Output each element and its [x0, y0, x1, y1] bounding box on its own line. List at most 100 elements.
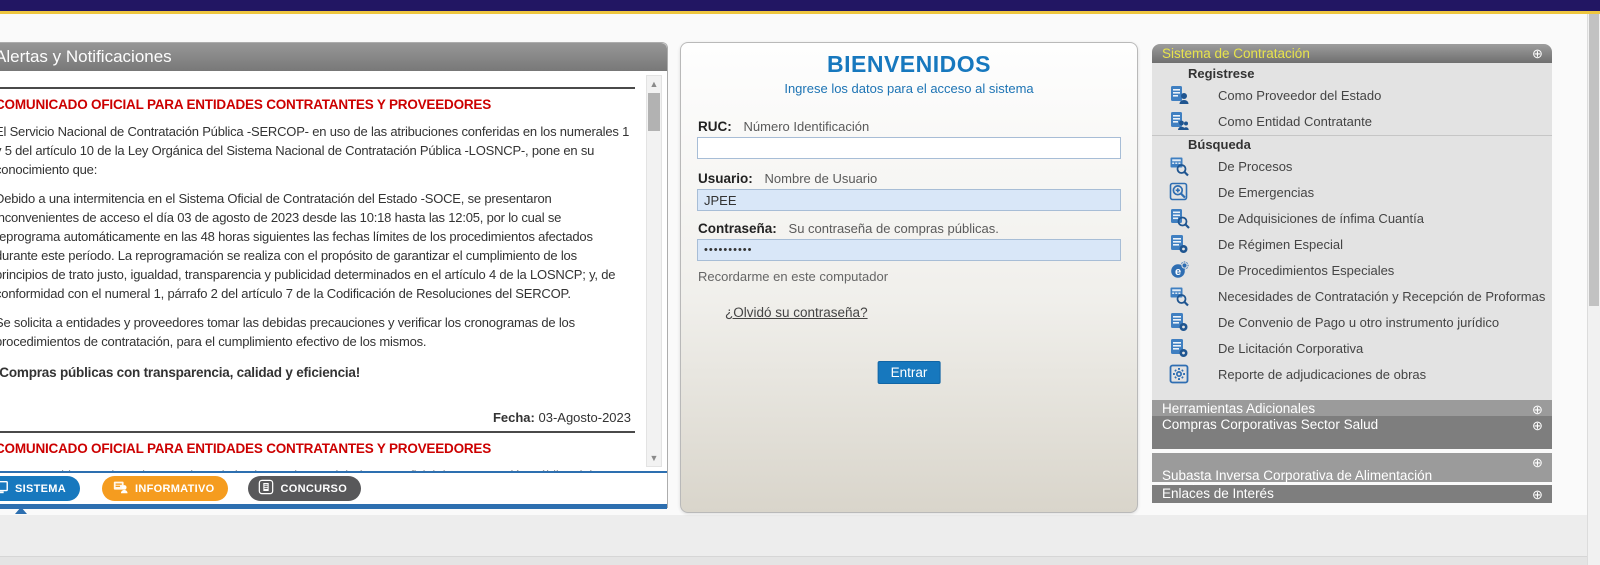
doc-badge-icon	[1168, 233, 1190, 255]
date-label: Fecha:	[493, 410, 535, 425]
menu-item-regimen-especial[interactable]: De Régimen Especial	[1152, 231, 1552, 257]
announcement-heading: COMUNICADO OFICIAL PARA ENTIDADES CONTRA…	[0, 441, 625, 456]
login-title: BIENVENIDOS	[681, 51, 1137, 78]
divider	[0, 431, 635, 433]
page-scrollbar-thumb[interactable]	[1589, 14, 1599, 306]
panel-title: Compras Corporativas Sector Salud	[1162, 417, 1378, 432]
scrollbar-thumb[interactable]	[648, 93, 660, 131]
doc-magnifier-icon	[1168, 207, 1190, 229]
expand-plus-icon[interactable]: ⊕	[1531, 419, 1544, 432]
tab-sistema[interactable]: SISTEMA	[0, 476, 80, 501]
username-input[interactable]	[697, 189, 1121, 211]
announcement-date: Fecha: 03-Agosto-2023	[0, 410, 631, 425]
doc-people-icon	[1168, 110, 1190, 132]
panel-herramientas-adicionales[interactable]: Herramientas Adicionales ⊕	[1152, 400, 1552, 416]
scroll-up-icon[interactable]: ▲	[647, 77, 661, 91]
panel-title: Enlaces de Interés	[1162, 486, 1274, 501]
tab-concurso[interactable]: CONCURSO	[248, 476, 361, 501]
forgot-password-link[interactable]: ¿Olvidó su contraseña?	[725, 305, 868, 320]
date-value: 03-Agosto-2023	[538, 410, 631, 425]
announcement-highlight: ¡Compras públicas con transparencia, cal…	[0, 365, 625, 380]
divider	[0, 87, 635, 89]
contratacion-menu-panel: Sistema de Contratación ⊕ Registrese Com…	[1152, 44, 1552, 503]
menu-item-label: Necesidades de Contratación y Recepción …	[1218, 289, 1545, 304]
monitor-icon	[0, 479, 9, 498]
menu-item-convenio-pago[interactable]: De Convenio de Pago u otro instrumento j…	[1152, 309, 1552, 335]
active-tab-pointer-icon	[15, 507, 27, 514]
ruc-hint: Número Identificación	[744, 119, 870, 134]
magnifier-plus-icon	[1168, 181, 1190, 203]
tab-label: SISTEMA	[15, 483, 66, 495]
e-gear-icon: e	[1168, 259, 1190, 281]
menu-item-label: De Emergencias	[1218, 185, 1314, 200]
alerts-content: COMUNICADO OFICIAL PARA ENTIDADES CONTRA…	[0, 71, 667, 471]
svg-text:e: e	[1175, 266, 1181, 278]
login-subtitle: Ingrese los datos para el acceso al sist…	[681, 81, 1137, 96]
tab-informativo[interactable]: INFORMATIVO	[102, 476, 228, 501]
menu-item-infima-cuantia[interactable]: De Adquisiciones de ínfima Cuantía	[1152, 205, 1552, 231]
menu-item-procedimientos-especiales[interactable]: e De Procedimientos Especiales	[1152, 257, 1552, 283]
doc-badge-icon	[1168, 337, 1190, 359]
menu-item-label: Reporte de adjudicaciones de obras	[1218, 367, 1426, 382]
login-button[interactable]: Entrar	[878, 361, 941, 384]
menu-item-label: De Régimen Especial	[1218, 237, 1343, 252]
ruc-input[interactable]	[697, 137, 1121, 159]
ruc-label: RUC:	[698, 119, 732, 134]
menu-item-label: De Procesos	[1218, 159, 1292, 174]
page-bottom-strip	[0, 556, 1600, 565]
menu-item-entidad[interactable]: Como Entidad Contratante	[1152, 108, 1552, 134]
presenter-icon	[112, 479, 129, 498]
scroll-down-icon[interactable]: ▼	[647, 451, 661, 465]
password-label: Contraseña:	[698, 221, 777, 236]
gear-box-icon	[1168, 363, 1190, 385]
alerts-tabs-row: SISTEMA INFORMATIVO CONCURSO	[0, 471, 667, 504]
top-navy-bar	[0, 0, 1600, 11]
menu-item-label: Como Proveedor del Estado	[1218, 88, 1381, 103]
document-icon	[258, 479, 274, 498]
password-hint: Su contraseña de compras públicas.	[789, 221, 999, 236]
contratacion-menu-body: Registrese Como Proveedor del Estado Com…	[1152, 63, 1552, 400]
panel-enlaces-de-interes[interactable]: Enlaces de Interés ⊕	[1152, 485, 1552, 503]
announcement-heading: COMUNICADO OFICIAL PARA ENTIDADES CONTRA…	[0, 97, 625, 112]
expand-plus-icon[interactable]: ⊕	[1531, 47, 1544, 60]
menu-item-licitacion-corporativa[interactable]: De Licitación Corporativa	[1152, 335, 1552, 361]
contratacion-menu-header[interactable]: Sistema de Contratación ⊕	[1152, 44, 1552, 63]
menu-item-label: De Convenio de Pago u otro instrumento j…	[1218, 315, 1499, 330]
expand-plus-icon[interactable]: ⊕	[1531, 403, 1544, 416]
alerts-panel: Alertas y Notificaciones COMUNICADO OFIC…	[0, 42, 668, 508]
menu-divider	[1152, 135, 1552, 136]
doc-person-icon	[1168, 84, 1190, 106]
user-label-row: Usuario: Nombre de Usuario	[698, 171, 877, 186]
announcement-paragraph: El Servicio Nacional de Contratación Púb…	[0, 122, 625, 179]
panel-compras-corporativas-salud[interactable]: Compras Corporativas Sector Salud ⊕	[1152, 416, 1552, 449]
soce-login-page: Alertas y Notificaciones COMUNICADO OFIC…	[0, 0, 1600, 565]
expand-plus-icon[interactable]: ⊕	[1531, 456, 1544, 469]
doc-badge-icon	[1168, 311, 1190, 333]
menu-item-label: De Adquisiciones de ínfima Cuantía	[1218, 211, 1424, 226]
menu-title: Sistema de Contratación	[1162, 46, 1310, 61]
user-hint: Nombre de Usuario	[765, 171, 878, 186]
section-busqueda: Búsqueda	[1188, 137, 1552, 152]
login-panel: BIENVENIDOS Ingrese los datos para el ac…	[680, 42, 1138, 513]
expand-plus-icon[interactable]: ⊕	[1531, 488, 1544, 501]
password-label-row: Contraseña: Su contraseña de compras púb…	[698, 221, 999, 236]
menu-item-necesidades[interactable]: Necesidades de Contratación y Recepción …	[1152, 283, 1552, 309]
page-scrollbar[interactable]	[1587, 14, 1600, 565]
panel-title: Herramientas Adicionales	[1162, 401, 1315, 416]
section-registrese: Registrese	[1188, 66, 1552, 81]
alerts-scrollbar[interactable]: ▲ ▼	[646, 75, 662, 467]
calc-magnifier-icon	[1168, 155, 1190, 177]
menu-item-reporte-obras[interactable]: Reporte de adjudicaciones de obras	[1152, 361, 1552, 387]
password-input[interactable]	[697, 239, 1121, 261]
menu-item-proveedor[interactable]: Como Proveedor del Estado	[1152, 82, 1552, 108]
announcement-paragraph: Debido a una intermitencia en el Sistema…	[0, 189, 625, 303]
ruc-label-row: RUC: Número Identificación	[698, 119, 869, 134]
menu-item-label: De Procedimientos Especiales	[1218, 263, 1394, 278]
menu-item-label: Como Entidad Contratante	[1218, 114, 1372, 129]
tabs-bottom-band	[0, 504, 667, 509]
alerts-panel-title: Alertas y Notificaciones	[0, 43, 667, 71]
panel-subasta-alimentacion-escolar[interactable]: Subasta Inversa Corporativa de Alimentac…	[1152, 453, 1552, 482]
menu-item-label: De Licitación Corporativa	[1218, 341, 1363, 356]
menu-item-procesos[interactable]: De Procesos	[1152, 153, 1552, 179]
menu-item-emergencias[interactable]: De Emergencias	[1152, 179, 1552, 205]
